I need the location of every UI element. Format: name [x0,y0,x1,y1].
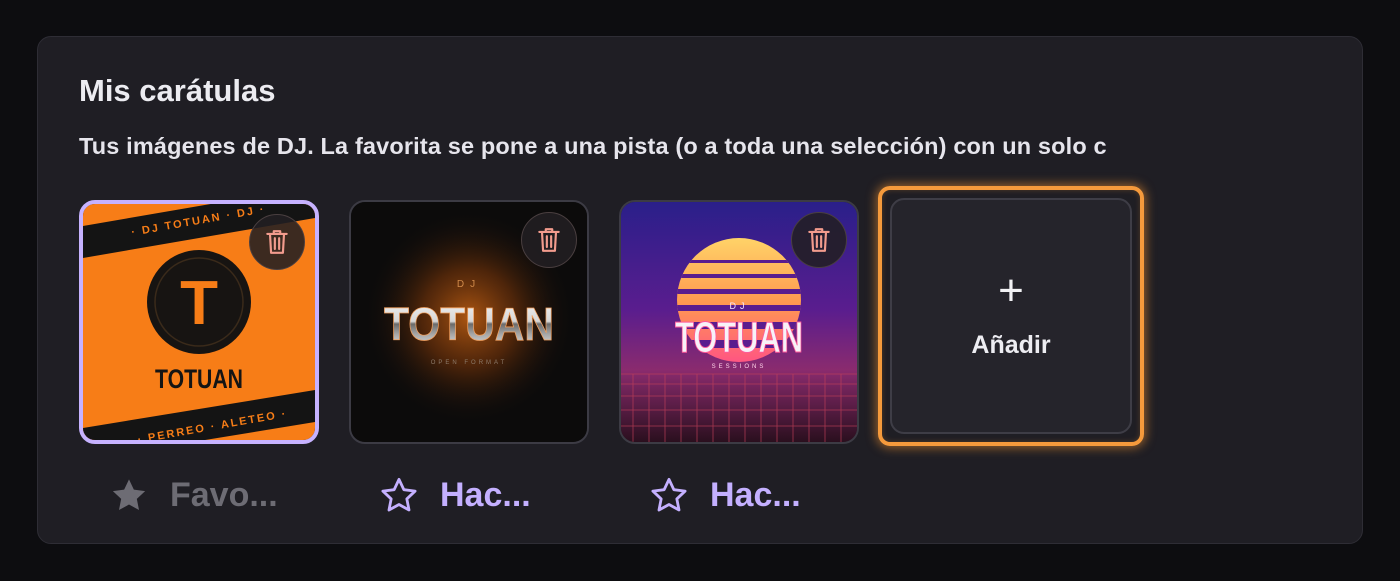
art-monogram: T [180,269,218,338]
favorite-toggle-cover-1[interactable]: Favo... [110,475,278,515]
art-name: TOTUAN [675,313,803,362]
art-prefix: DJ [730,301,749,311]
art-name: TOTUAN [155,364,243,394]
cover-card-favorite[interactable]: · DJ TOTUAN · DJ · · PERREO · ALETEO · T… [79,200,319,444]
add-cover-tile: + Añadir [890,198,1132,434]
star-filled-icon [112,479,146,511]
favorite-label: Favo... [170,475,278,514]
cover-card-synthwave[interactable]: DJ TOTUAN SESSIONS [619,200,859,444]
art-tagline: SESSIONS [712,364,767,370]
art-name: TOTUAN [384,298,554,350]
delete-cover-button[interactable] [791,212,847,268]
art-tagline: OPEN FORMAT [431,360,508,366]
star-outline-icon [381,477,417,512]
favorite-label: Hac... [440,475,531,514]
trash-icon [808,228,830,252]
plus-icon: + [998,265,1024,315]
add-cover-label: Añadir [971,330,1051,359]
section-title: Mis carátulas [79,73,276,108]
favorite-label: Hac... [710,475,801,514]
trash-icon [538,228,560,252]
cover-card-chrome[interactable]: DJ TOTUAN OPEN FORMAT [349,200,589,444]
add-cover-button[interactable]: + Añadir [878,186,1144,446]
delete-cover-button[interactable] [521,212,577,268]
favorite-toggle-cover-2[interactable]: Hac... [380,475,531,515]
delete-cover-button[interactable] [249,214,305,270]
section-subtitle: Tus imágenes de DJ. La favorita se pone … [79,133,1107,159]
star-outline-icon [651,477,687,512]
covers-panel: Mis carátulas Tus imágenes de DJ. La fav… [37,36,1363,544]
art-prefix: DJ [457,279,481,290]
favorite-toggle-cover-3[interactable]: Hac... [650,475,801,515]
trash-icon [266,230,288,254]
